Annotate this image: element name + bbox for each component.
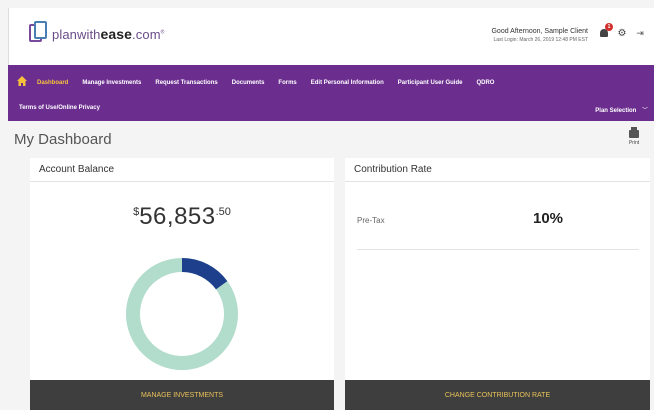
notification-badge: 1 <box>605 23 613 31</box>
chevron-down-icon: ﹀ <box>641 108 648 114</box>
change-contribution-rate-button[interactable]: CHANGE CONTRIBUTION RATE <box>345 380 650 410</box>
donut-accent-arc <box>181 258 228 290</box>
contribution-rate-card: Contribution Rate Pre-Tax 10% CHANGE CON… <box>345 158 650 410</box>
plan-selection-label: Plan Selection <box>595 108 637 114</box>
contribution-rate-title: Contribution Rate <box>345 158 650 182</box>
notification-bell-icon[interactable]: 1 <box>598 23 613 39</box>
printer-icon <box>629 127 639 138</box>
account-balance-title: Account Balance <box>30 158 334 182</box>
nav-terms-of-use[interactable]: Terms of Use/Online Privacy <box>19 105 100 111</box>
rate-value-pre-tax: 10% <box>533 210 564 227</box>
planwithease-logo[interactable]: planwithease.com® <box>29 21 164 47</box>
page-title: My Dashboard <box>14 131 112 148</box>
nav-request-transactions[interactable]: Request Transactions <box>155 80 217 86</box>
nav-qdro[interactable]: QDRO <box>476 80 494 86</box>
contribution-rate-row: Pre-Tax 10% <box>357 204 639 250</box>
balance-cents: .50 <box>215 206 231 218</box>
balance-currency: $ <box>133 206 140 218</box>
account-balance-card: Account Balance $56,853.50 MANAGE INVEST… <box>30 158 334 410</box>
nav-participant-user-guide[interactable]: Participant User Guide <box>398 80 463 86</box>
plan-selection-dropdown[interactable]: Plan Selection ﹀ <box>595 105 648 114</box>
greeting-text: Good Afternoon, Sample Client <box>491 28 588 35</box>
logo-pages-icon <box>29 21 49 47</box>
manage-investments-button[interactable]: MANAGE INVESTMENTS <box>30 380 334 410</box>
print-label: Print <box>628 140 640 146</box>
rate-label-pre-tax: Pre-Tax <box>357 216 385 225</box>
nav-forms[interactable]: Forms <box>278 80 296 86</box>
balance-amount: $56,853.50 <box>30 203 334 231</box>
greeting-block: Good Afternoon, Sample Client Last Login… <box>491 27 588 45</box>
logout-icon[interactable]: ⇥ <box>634 27 646 39</box>
nav-dashboard[interactable]: Dashboard <box>37 80 68 86</box>
app-header: planwithease.com® Good Afternoon, Sample… <box>8 8 654 65</box>
balance-dollars: 56,853 <box>139 203 216 230</box>
logo-text: planwithease.com® <box>52 26 165 42</box>
print-button[interactable]: Print <box>624 127 644 146</box>
main-nav: Dashboard Manage Investments Request Tra… <box>8 65 654 121</box>
nav-manage-investments[interactable]: Manage Investments <box>82 80 141 86</box>
nav-edit-personal-information[interactable]: Edit Personal Information <box>311 80 384 86</box>
last-login-text: Last Login: March 26, 2019 12:48 PM EST <box>493 37 589 43</box>
nav-documents[interactable]: Documents <box>232 80 265 86</box>
gear-icon[interactable]: ⚙ <box>616 27 628 39</box>
balance-donut-chart <box>126 258 238 370</box>
